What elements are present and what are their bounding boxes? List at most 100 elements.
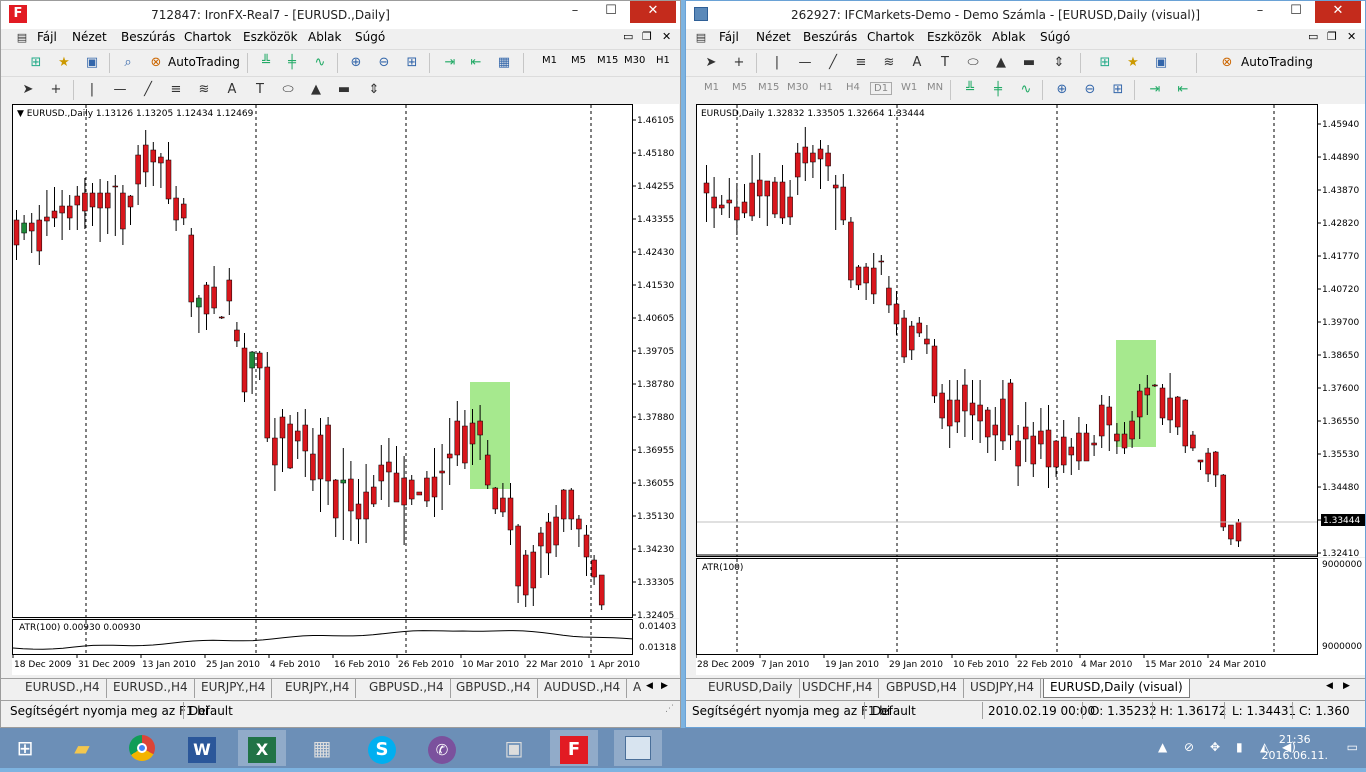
arrows-icon[interactable]: ⇕ [365, 81, 383, 99]
file-explorer-icon[interactable]: ▰ [58, 730, 106, 766]
tray-dropbox-icon[interactable]: ✥ [1210, 740, 1220, 754]
fibonacci-icon[interactable]: ≡ [852, 54, 870, 72]
chart-tab[interactable]: EURUSD.,H4 [107, 679, 195, 698]
chart-icon[interactable]: ▤ [692, 29, 710, 47]
close-button[interactable]: ✕ [630, 1, 676, 23]
timeframe-m30[interactable]: M30 [624, 55, 645, 66]
navigator-icon[interactable]: ▣ [1152, 54, 1170, 72]
vertical-line-icon[interactable]: | [768, 54, 786, 72]
autotrading-button[interactable]: AutoTrading [168, 55, 240, 69]
line-chart-icon[interactable]: ∿ [1017, 81, 1035, 99]
text-label-icon[interactable]: T [936, 54, 954, 72]
chart-tab[interactable]: EURJPY.,H4 [195, 679, 273, 698]
crosshair-icon[interactable]: + [47, 81, 65, 99]
text-label-icon[interactable]: T [251, 81, 269, 99]
mdi-restore-button[interactable]: ❐ [642, 30, 652, 43]
crosshair-icon[interactable]: + [730, 54, 748, 72]
ellipse-icon[interactable]: ⬭ [964, 54, 982, 72]
autotrading-icon[interactable]: ⊗ [147, 54, 165, 72]
navigator-icon[interactable]: ▣ [83, 54, 101, 72]
timeframe-m30[interactable]: M30 [787, 82, 808, 93]
start-button[interactable]: ⊞ [0, 730, 50, 766]
vertical-line-icon[interactable]: | [83, 81, 101, 99]
close-button[interactable]: ✕ [1315, 1, 1361, 23]
cursor-icon[interactable]: ➤ [702, 54, 720, 72]
timeframe-h4[interactable]: H4 [846, 82, 860, 93]
trendline-icon[interactable]: ╱ [139, 81, 157, 99]
tile-windows-icon[interactable]: ⊞ [403, 54, 421, 72]
new-chart-icon[interactable]: ⊞ [1096, 54, 1114, 72]
word-icon[interactable]: W [178, 730, 226, 766]
left-atr-window[interactable]: ATR(100) 0.00930 0.00930 [12, 619, 633, 655]
remote-app-icon[interactable]: ▣ [490, 730, 538, 766]
right-title-bar[interactable]: 262927: IFCMarkets-Demo - Demo Számla - … [686, 1, 1365, 29]
metatrader-taskbar-icon[interactable]: F [550, 730, 598, 766]
left-price-chart[interactable]: ▼ EURUSD.,Daily 1.13126 1.13205 1.12434 … [12, 104, 633, 618]
zoom-out-icon[interactable]: ⊖ [375, 54, 393, 72]
chart-shift-icon[interactable]: ⇥ [1146, 81, 1164, 99]
chart-tab[interactable]: GBPUSD,H4 [880, 679, 964, 698]
timeframe-m5[interactable]: M5 [732, 82, 747, 93]
timeframe-m1[interactable]: M1 [542, 55, 557, 66]
tab-scroll-right-icon[interactable]: ▶ [1343, 681, 1350, 691]
indicators-icon[interactable]: ▦ [495, 54, 513, 72]
channel-icon[interactable]: ≋ [195, 81, 213, 99]
chart-tab[interactable]: EURJPY.,H4 [279, 679, 357, 698]
rectangle-icon[interactable]: ▬ [335, 81, 353, 99]
triangle-icon[interactable]: ▲ [307, 81, 325, 99]
minimize-button[interactable]: – [1243, 1, 1277, 23]
profiles-icon[interactable]: ★ [1124, 54, 1142, 72]
autoscroll-icon[interactable]: ⇤ [1174, 81, 1192, 99]
chrome-icon[interactable] [118, 730, 166, 766]
viber-icon[interactable]: ✆ [418, 730, 466, 766]
cursor-icon[interactable]: ➤ [19, 81, 37, 99]
tray-expand-icon[interactable]: ▲ [1158, 740, 1167, 754]
resize-grip-icon[interactable]: ⋰ [665, 704, 674, 714]
tab-scroll-right-icon[interactable]: ▶ [661, 681, 668, 691]
menu-window[interactable]: Ablak [308, 30, 341, 44]
timeframe-h1[interactable]: H1 [819, 82, 833, 93]
menu-help[interactable]: Súgó [355, 30, 385, 44]
timeframe-mn[interactable]: MN [927, 82, 943, 93]
chart-tab[interactable]: EURUSD.,H4 [19, 679, 107, 698]
triangle-icon[interactable]: ▲ [992, 54, 1010, 72]
bar-chart-icon[interactable]: ╩ [257, 54, 275, 72]
menu-tools[interactable]: Eszközök [927, 30, 982, 44]
timeframe-m15[interactable]: M15 [758, 82, 779, 93]
text-icon[interactable]: A [908, 54, 926, 72]
mdi-close-button[interactable]: ✕ [1347, 30, 1356, 43]
taskbar-clock[interactable]: 21:36 2016.06.11. [1262, 732, 1328, 764]
timeframe-d1[interactable]: D1 [870, 82, 893, 95]
profiles-icon[interactable]: ★ [55, 54, 73, 72]
tray-battery-icon[interactable]: ▮ [1236, 740, 1243, 754]
line-chart-icon[interactable]: ∿ [311, 54, 329, 72]
menu-charts[interactable]: Chartok [184, 30, 231, 44]
zoom-in-icon[interactable]: ⊕ [1053, 81, 1071, 99]
timeframe-w1[interactable]: W1 [901, 82, 917, 93]
menu-file[interactable]: Fájl [37, 30, 57, 44]
autotrading-icon[interactable]: ⊗ [1218, 54, 1236, 72]
horizontal-line-icon[interactable]: — [111, 81, 129, 99]
mdi-minimize-button[interactable]: ▭ [623, 30, 633, 43]
excel-icon[interactable]: X [238, 730, 286, 766]
chart-icon[interactable]: ▤ [13, 29, 31, 47]
rectangle-icon[interactable]: ▬ [1020, 54, 1038, 72]
chart-tab[interactable]: AUDUSD.,H4 [538, 679, 628, 698]
tray-network-off-icon[interactable]: ⊘ [1184, 740, 1194, 754]
calculator-icon[interactable]: ▦ [298, 730, 346, 766]
chart-tab-active[interactable]: EURUSD,Daily (visual) [1043, 679, 1190, 698]
menu-charts[interactable]: Chartok [867, 30, 914, 44]
tab-scroll-left-icon[interactable]: ◀ [1326, 681, 1333, 691]
trendline-icon[interactable]: ╱ [824, 54, 842, 72]
menu-tools[interactable]: Eszközök [243, 30, 298, 44]
tile-windows-icon[interactable]: ⊞ [1109, 81, 1127, 99]
tab-scroll-left-icon[interactable]: ◀ [646, 681, 653, 691]
maximize-button[interactable]: ☐ [1279, 1, 1313, 23]
mdi-restore-button[interactable]: ❐ [1327, 30, 1337, 43]
menu-window[interactable]: Ablak [992, 30, 1025, 44]
chart-tab[interactable]: USDCHF,H4 [796, 679, 880, 698]
chart-shift-icon[interactable]: ⇥ [441, 54, 459, 72]
left-title-bar[interactable]: F 712847: IronFX-Real7 - [EURUSD.,Daily]… [1, 1, 680, 29]
candlestick-icon[interactable]: ╪ [283, 54, 301, 72]
menu-view[interactable]: Nézet [756, 30, 791, 44]
